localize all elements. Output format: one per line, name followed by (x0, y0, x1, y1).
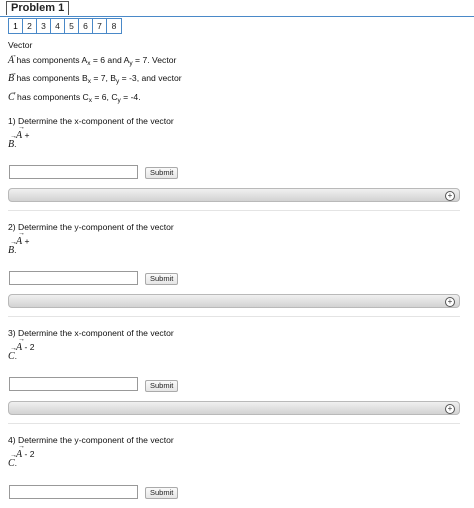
question-2-submit-button[interactable]: Submit (145, 273, 179, 285)
intro-line-1: A has components Ax = 6 and Ay = 7. Vect… (8, 53, 182, 72)
question-2-expression: A + B. (8, 237, 30, 256)
divider (8, 423, 460, 424)
question-4-submit-button[interactable]: Submit (145, 487, 179, 499)
tab-1[interactable]: 1 (9, 19, 23, 33)
intro-line-0: Vector (8, 40, 33, 50)
vector-a-symbol: A (8, 55, 14, 66)
question-3-answer-input[interactable] (9, 377, 138, 391)
tab-2[interactable]: 2 (23, 19, 37, 33)
tab-4[interactable]: 4 (51, 19, 65, 33)
question-1-submit-button[interactable]: Submit (145, 167, 179, 179)
question-1-title: 1) Determine the x-component of the vect… (8, 116, 174, 126)
divider (8, 210, 460, 211)
question-4-answer-input[interactable] (9, 485, 138, 499)
tab-8[interactable]: 8 (107, 19, 121, 33)
problem-tabs: 1 2 3 4 5 6 7 8 (8, 18, 122, 34)
question-1-answer-input[interactable] (9, 165, 138, 179)
vector-b-symbol: B (8, 73, 14, 84)
plus-circle-icon[interactable]: + (445, 297, 455, 307)
question-2-hint-bar[interactable]: + (8, 294, 460, 308)
question-4-title: 4) Determine the y-component of the vect… (8, 435, 174, 445)
question-4-expression: A - 2 C. (8, 450, 35, 469)
vector-c-symbol: C (8, 92, 15, 103)
tab-6[interactable]: 6 (79, 19, 93, 33)
tab-3[interactable]: 3 (37, 19, 51, 33)
question-3-title: 3) Determine the x-component of the vect… (8, 328, 174, 338)
problem-statement: Vector A has components Ax = 6 and Ay = … (8, 38, 182, 108)
header-bar: Problem 1 (0, 0, 474, 17)
question-3-expression: A - 2 C. (8, 343, 35, 362)
tab-7[interactable]: 7 (93, 19, 107, 33)
question-1-hint-bar[interactable]: + (8, 188, 460, 202)
question-3-submit-button[interactable]: Submit (145, 380, 179, 392)
plus-circle-icon[interactable]: + (445, 404, 455, 414)
intro-line-2: B has components Bx = 7, By = -3, and ve… (8, 71, 182, 90)
question-2-answer-input[interactable] (9, 271, 138, 285)
divider (8, 316, 460, 317)
question-2-title: 2) Determine the y-component of the vect… (8, 222, 174, 232)
intro-line-3: C has components Cx = 6, Cy = -4. (8, 90, 182, 109)
problem-title: Problem 1 (6, 1, 70, 15)
question-1-expression: A + B. (8, 131, 30, 150)
question-3-hint-bar[interactable]: + (8, 401, 460, 415)
tab-5[interactable]: 5 (65, 19, 79, 33)
plus-circle-icon[interactable]: + (445, 191, 455, 201)
